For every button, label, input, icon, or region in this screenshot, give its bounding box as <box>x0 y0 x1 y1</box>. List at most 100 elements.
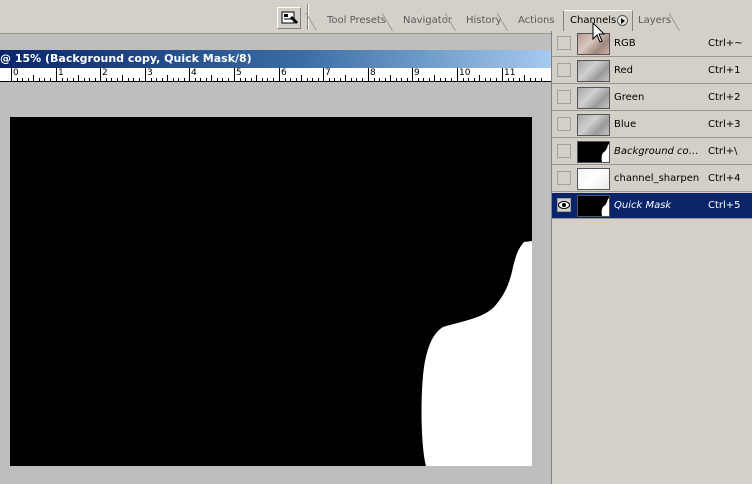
ruler-minor-tick <box>285 78 286 81</box>
ruler-minor-tick <box>451 78 452 81</box>
channel-thumbnail <box>577 87 610 109</box>
tab-label: Actions <box>518 15 555 26</box>
channel-name: Blue <box>614 119 637 130</box>
ruler-minor-tick <box>62 78 63 81</box>
ruler-major-tick <box>368 68 369 81</box>
tab-navigator[interactable]: Navigator <box>381 11 458 31</box>
ruler-minor-tick <box>490 78 491 81</box>
ruler-minor-tick <box>256 75 257 81</box>
ruler-major-tick <box>457 68 458 81</box>
ruler-minor-tick <box>195 78 196 81</box>
ruler-major-tick <box>100 68 101 81</box>
ruler-major-tick <box>323 68 324 81</box>
mouse-cursor-icon <box>592 22 606 43</box>
ruler-minor-tick <box>496 78 497 81</box>
ruler-minor-tick <box>390 75 391 81</box>
channel-row[interactable]: Red Ctrl+1 <box>552 58 752 84</box>
visibility-toggle[interactable] <box>557 36 571 50</box>
channel-shortcut: Ctrl+~ <box>708 38 743 49</box>
ruler-label: 7 <box>325 68 331 78</box>
channel-shortcut: Ctrl+4 <box>708 173 741 184</box>
ruler-minor-tick <box>84 78 85 81</box>
ruler-minor-tick <box>173 78 174 81</box>
channel-shortcut: Ctrl+3 <box>708 119 741 130</box>
visibility-toggle[interactable] <box>557 117 571 131</box>
visibility-toggle[interactable] <box>557 90 571 104</box>
ruler-label: 5 <box>236 68 242 78</box>
ruler-label: 3 <box>147 68 153 78</box>
ruler-label: 1 <box>58 68 64 78</box>
document-title: @ 15% (Background copy, Quick Mask/8) <box>0 52 252 65</box>
ruler-major-tick <box>56 68 57 81</box>
ruler-minor-tick <box>434 75 435 81</box>
channel-row[interactable]: RGB Ctrl+~ <box>552 31 752 57</box>
palette-well-toggle-button[interactable] <box>277 7 301 29</box>
channel-row[interactable]: Background copy Mask Ctrl+\ <box>552 139 752 165</box>
ruler-minor-tick <box>356 78 357 81</box>
ruler-minor-tick <box>222 78 223 81</box>
ruler-minor-tick <box>345 75 346 81</box>
tab-actions[interactable]: Actions <box>496 11 563 31</box>
channel-shortcut: Ctrl+1 <box>708 65 741 76</box>
quick-mask-shape <box>421 241 532 466</box>
ruler-minor-tick <box>167 75 168 81</box>
ruler-minor-tick <box>463 78 464 81</box>
ruler-minor-tick <box>418 78 419 81</box>
ruler-minor-tick <box>530 78 531 81</box>
visibility-toggle[interactable] <box>557 171 571 185</box>
ruler-minor-tick <box>513 78 514 81</box>
ruler-minor-tick <box>22 78 23 81</box>
visibility-toggle[interactable] <box>557 144 571 158</box>
channel-shortcut: Ctrl+5 <box>708 200 741 211</box>
channel-row[interactable]: Blue Ctrl+3 <box>552 112 752 138</box>
ruler-minor-tick <box>290 78 291 81</box>
ruler-minor-tick <box>535 78 536 81</box>
ruler-minor-tick <box>296 78 297 81</box>
channel-thumbnail <box>577 114 610 136</box>
palette-well-icon <box>281 11 298 24</box>
ruler-minor-tick <box>329 78 330 81</box>
tab-label: Layers <box>638 15 672 26</box>
ruler-major-tick <box>412 68 413 81</box>
tab-tool-presets[interactable]: Tool Presets <box>305 11 392 31</box>
ruler-label: 8 <box>370 68 376 78</box>
ruler-minor-tick <box>117 78 118 81</box>
ruler-label: 6 <box>281 68 287 78</box>
ruler-minor-tick <box>228 78 229 81</box>
image-canvas[interactable] <box>10 117 532 466</box>
ruler-label: 10 <box>459 68 471 78</box>
ruler-minor-tick <box>445 78 446 81</box>
channel-row[interactable]: Green Ctrl+2 <box>552 85 752 111</box>
ruler-minor-tick <box>429 78 430 81</box>
ruler-minor-tick <box>78 75 79 81</box>
ruler-minor-tick <box>151 78 152 81</box>
ruler-minor-tick <box>485 78 486 81</box>
ruler-major-tick <box>145 68 146 81</box>
channels-panel: RGB Ctrl+~ Red Ctrl+1 Green Ctrl+2 Blue Ctrl+3 B… <box>551 31 752 484</box>
ruler-minor-tick <box>33 75 34 81</box>
ruler-minor-tick <box>334 78 335 81</box>
horizontal-ruler[interactable]: 0 1 2 3 4 5 6 7 8 9 10 11 <box>0 68 551 82</box>
ruler-minor-tick <box>184 78 185 81</box>
ruler-major-tick <box>11 68 12 81</box>
visibility-toggle[interactable] <box>557 63 571 77</box>
ruler-minor-tick <box>508 78 509 81</box>
ruler-minor-tick <box>351 78 352 81</box>
channel-row[interactable]: Quick Mask Ctrl+5 <box>552 193 752 219</box>
ruler-minor-tick <box>541 78 542 81</box>
ruler-major-tick <box>502 68 503 81</box>
ruler-minor-tick <box>39 78 40 81</box>
ruler-label: 4 <box>191 68 197 78</box>
ruler-minor-tick <box>128 78 129 81</box>
ruler-minor-tick <box>307 78 308 81</box>
visibility-toggle[interactable] <box>557 198 571 212</box>
channel-thumbnail <box>577 195 610 217</box>
channel-row[interactable]: channel_sharpen Ctrl+4 <box>552 166 752 192</box>
tab-layers[interactable]: Layers <box>627 11 687 31</box>
ruler-minor-tick <box>133 78 134 81</box>
ruler-major-tick <box>279 68 280 81</box>
ruler-minor-tick <box>379 78 380 81</box>
ruler-minor-tick <box>240 78 241 81</box>
document-title-bar[interactable]: @ 15% (Background copy, Quick Mask/8) <box>0 50 551 68</box>
ruler-minor-tick <box>111 78 112 81</box>
